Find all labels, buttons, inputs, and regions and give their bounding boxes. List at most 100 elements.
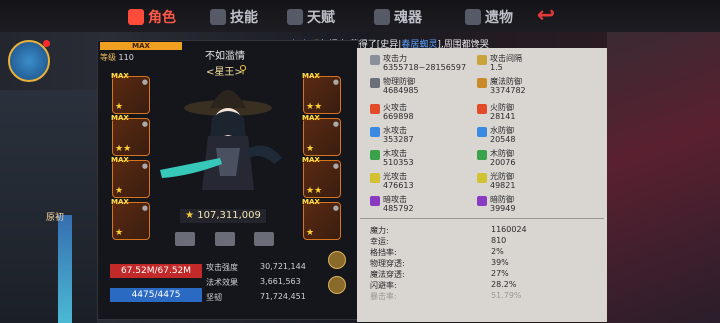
- stat-label: 法术效果: [206, 278, 238, 287]
- attr-value: 28141: [490, 112, 516, 121]
- attr-attack-interval: 攻击间隔 1.5: [477, 54, 522, 72]
- relic-icon: [465, 9, 481, 25]
- stat-value: 3,661,563: [260, 277, 301, 286]
- attr-value: 49821: [490, 181, 516, 190]
- helmet-icon: [128, 9, 144, 25]
- equip-slot-right-3[interactable]: MAX ★★ ●: [302, 156, 341, 198]
- attr-value: 485792: [383, 204, 414, 213]
- stat-magic-pen-value: 27%: [491, 269, 509, 278]
- water-icon: [370, 127, 380, 137]
- equip-slot-left-3[interactable]: MAX ★ ●: [111, 156, 150, 198]
- attr-water-defense: 水防御 20548: [477, 126, 515, 144]
- stat-crit-value: 51.79%: [491, 291, 522, 300]
- attr-value: 353287: [383, 135, 414, 144]
- stat-value: 30,721,144: [260, 262, 306, 271]
- attr-value: 476613: [383, 181, 414, 190]
- max-tag: MAX: [111, 114, 129, 122]
- stat-dodge-value: 28.2%: [491, 280, 517, 289]
- tab-soul-vessel[interactable]: 魂器: [374, 6, 422, 28]
- stat-toughness: 坚韧 71,724,451: [206, 292, 306, 303]
- attr-label: 暗防御: [490, 195, 514, 204]
- stat-crit: 暴击率:: [370, 291, 397, 302]
- tab-label: 技能: [230, 10, 258, 26]
- spell-info-icon[interactable]: [328, 276, 346, 294]
- attr-label: 光攻击: [383, 172, 407, 181]
- attr-water-attack: 水攻击 353287: [370, 126, 414, 144]
- lock-icon: ●: [332, 204, 339, 212]
- attr-label: 水攻击: [383, 126, 407, 135]
- search-icon[interactable]: ⚲: [239, 63, 247, 76]
- stat-label: 魔力:: [370, 226, 389, 235]
- equip-slot-right-1[interactable]: MAX ★★ ●: [302, 72, 341, 114]
- attr-attack: 攻击力 6355718~28156597: [370, 54, 467, 72]
- player-name: <星王>: [206, 67, 243, 78]
- star-icon: ★: [115, 102, 124, 112]
- tab-relics[interactable]: 遗物: [465, 6, 513, 28]
- leaf-icon: [477, 150, 487, 160]
- stat-mana: 魔力:: [370, 225, 389, 236]
- level-readout: 等级 110: [100, 52, 134, 63]
- stat-label: 暴击率:: [370, 292, 397, 301]
- attr-value: 510353: [383, 158, 414, 167]
- lock-icon: ●: [332, 120, 339, 128]
- attr-label: 暗攻击: [383, 195, 407, 204]
- origin-label[interactable]: 原初: [46, 210, 64, 223]
- shield-icon: [370, 78, 380, 88]
- player-avatar[interactable]: [8, 40, 50, 82]
- stat-label: 格挡率:: [370, 248, 397, 257]
- equip-slot-right-2[interactable]: MAX ★ ●: [302, 114, 341, 156]
- stat-luck-value: 810: [491, 236, 507, 245]
- shirt-button[interactable]: [215, 232, 235, 246]
- equip-slot-right-4[interactable]: MAX ★ ●: [302, 198, 341, 240]
- max-tag: MAX: [302, 156, 320, 164]
- attr-fire-attack: 火攻击 669898: [370, 103, 414, 121]
- sword-icon: [477, 55, 487, 65]
- attr-value: 6355718~28156597: [383, 63, 467, 72]
- attr-physical-defense: 物理防御 4684985: [370, 77, 419, 95]
- sun-icon: [370, 173, 380, 183]
- right-scene-art: [607, 32, 720, 323]
- water-icon: [477, 127, 487, 137]
- back-button[interactable]: ↩: [518, 5, 574, 27]
- tab-label: 魂器: [394, 10, 422, 26]
- stat-block: 格挡率:: [370, 247, 397, 258]
- shield-icon: [477, 78, 487, 88]
- stat-label: 幸运:: [370, 237, 389, 246]
- attr-dark-attack: 暗攻击 485792: [370, 195, 414, 213]
- attr-label: 木防御: [490, 149, 514, 158]
- player-title: 不如滥情: [205, 51, 245, 62]
- lock-icon: ●: [332, 78, 339, 86]
- star-icon: ★: [115, 228, 124, 238]
- lock-icon: ●: [141, 162, 148, 170]
- equip-slot-left-4[interactable]: MAX ★ ●: [111, 198, 150, 240]
- attr-label: 火防御: [490, 103, 514, 112]
- spiral-icon: [374, 9, 390, 25]
- equip-slot-left-2[interactable]: MAX ★★ ●: [111, 114, 150, 156]
- stat-phys-pen-value: 39%: [491, 258, 509, 267]
- attack-info-icon[interactable]: [328, 251, 346, 269]
- attr-value: 39949: [490, 204, 516, 213]
- max-tag: MAX: [302, 72, 320, 80]
- star-icon: ★★: [115, 144, 132, 154]
- stat-label: 攻击强度: [206, 263, 238, 272]
- section-divider: [360, 218, 604, 219]
- tab-character[interactable]: 角色: [128, 6, 176, 28]
- attr-value: 669898: [383, 112, 414, 121]
- moon-icon: [477, 196, 487, 206]
- equip-slot-left-1[interactable]: MAX ★ ●: [111, 72, 150, 114]
- attr-value: 1.5: [490, 63, 503, 72]
- star-icon: ★★: [306, 102, 323, 112]
- lock-icon: ●: [141, 78, 148, 86]
- cloak-button[interactable]: [254, 232, 274, 246]
- lock-icon: ●: [141, 120, 148, 128]
- max-tag: MAX: [111, 156, 129, 164]
- tab-talent[interactable]: 天赋: [287, 6, 335, 28]
- attr-wood-defense: 木防御 20076: [477, 149, 515, 167]
- attr-value: 3374782: [490, 86, 526, 95]
- attr-value: 4684985: [383, 86, 419, 95]
- attr-label: 魔法防御: [490, 77, 522, 86]
- tab-label: 角色: [148, 10, 176, 26]
- crown-button[interactable]: [175, 232, 195, 246]
- attr-dark-defense: 暗防御 39949: [477, 195, 516, 213]
- tab-skills[interactable]: 技能: [210, 6, 258, 28]
